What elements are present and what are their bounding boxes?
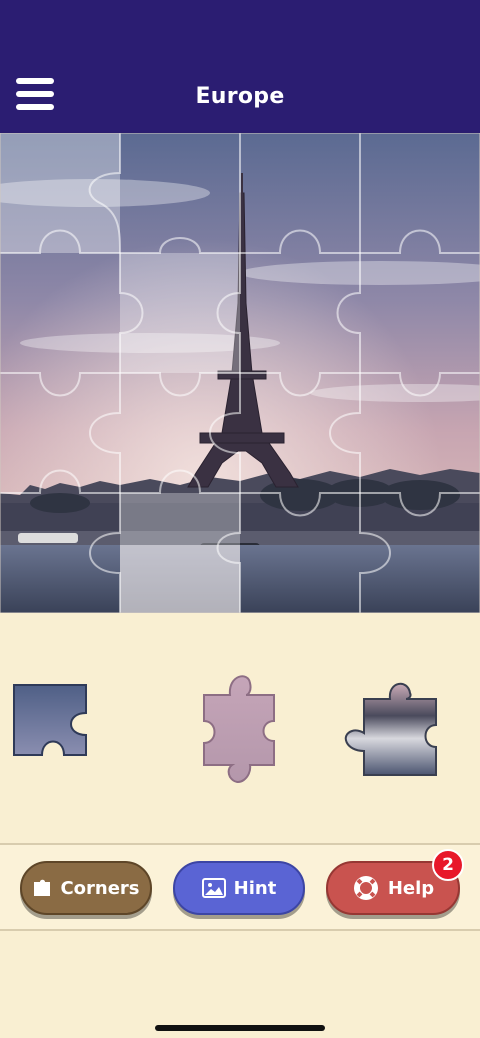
corners-button[interactable]: Corners xyxy=(20,861,152,915)
lifebuoy-icon xyxy=(352,874,380,902)
hint-button[interactable]: Hint xyxy=(173,861,305,915)
app-header: Europe xyxy=(0,0,480,133)
bottom-toolbar: Corners Hint Help xyxy=(0,845,480,929)
corner-piece-icon xyxy=(32,878,52,898)
puzzle-board[interactable] xyxy=(0,133,480,613)
help-label: Help xyxy=(387,877,435,899)
help-count-badge: 2 xyxy=(432,849,464,881)
page-title: Europe xyxy=(195,84,285,109)
river-piece-icon[interactable] xyxy=(338,675,442,783)
hint-label: Hint xyxy=(233,877,277,899)
image-icon xyxy=(201,878,226,898)
sky-piece-icon[interactable] xyxy=(200,665,280,797)
piece-tray xyxy=(0,613,480,843)
corner-piece-icon[interactable] xyxy=(12,683,92,765)
toolbar-bottom-divider xyxy=(0,929,480,931)
home-indicator[interactable] xyxy=(155,1025,325,1031)
puzzle-image xyxy=(0,133,480,613)
corners-label: Corners xyxy=(60,877,140,899)
